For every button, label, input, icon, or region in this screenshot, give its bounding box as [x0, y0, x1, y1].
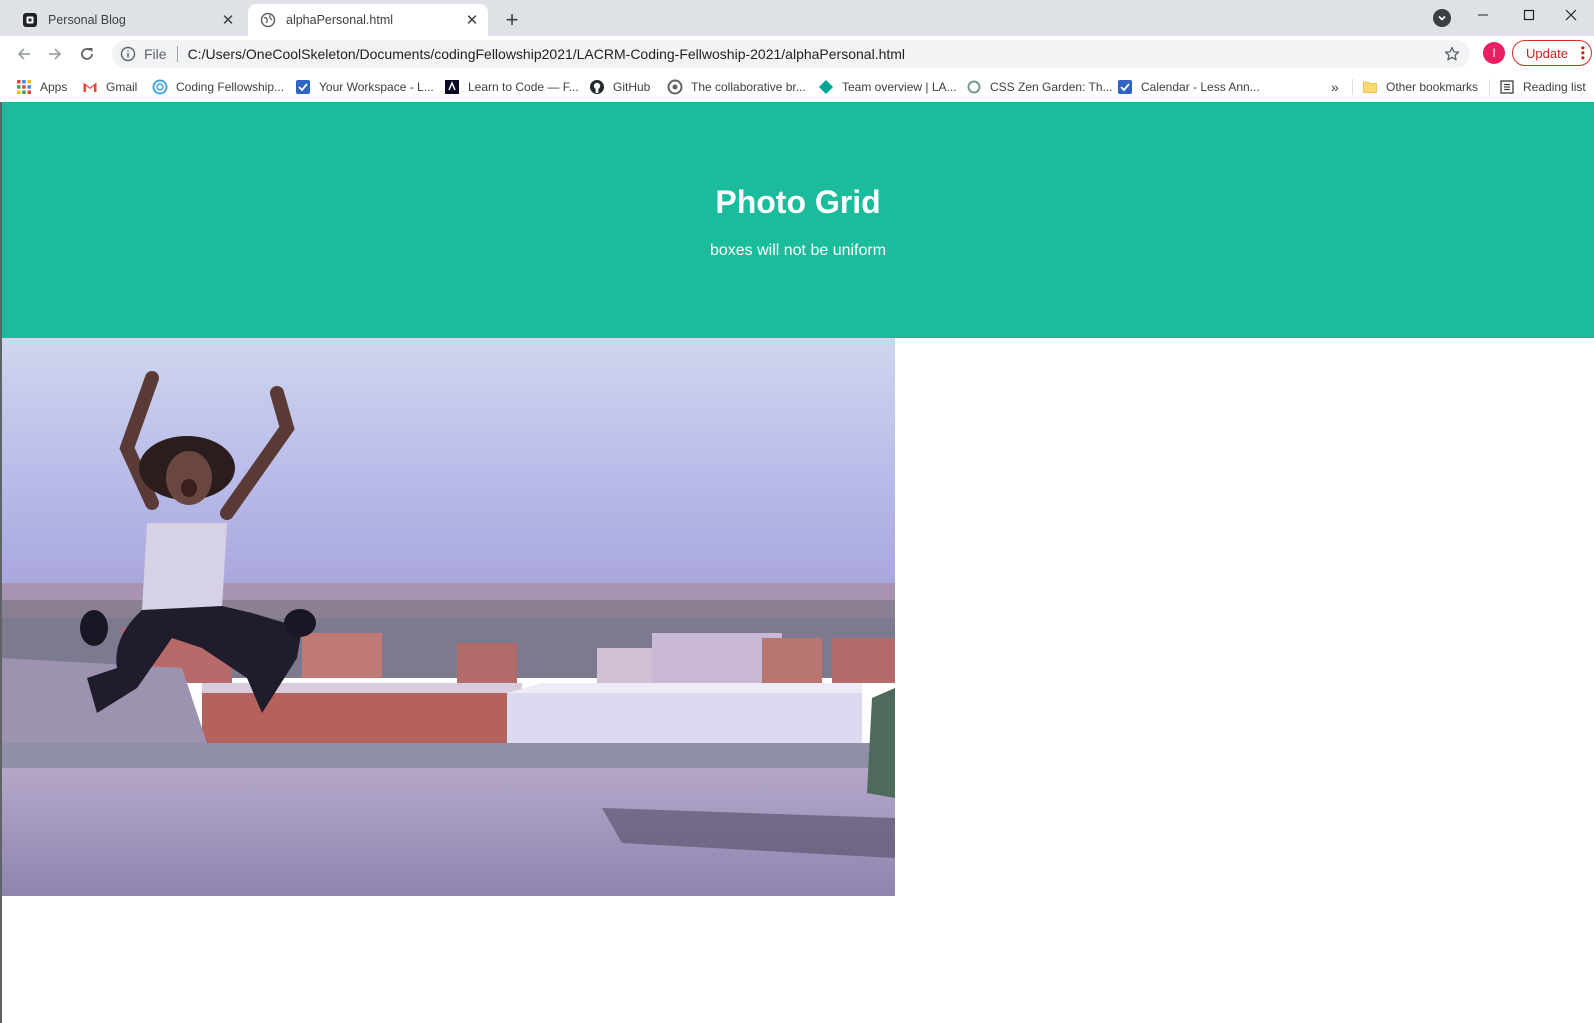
arrow-right-icon: [49, 48, 62, 60]
close-icon: [1565, 9, 1577, 21]
update-label: Update: [1526, 45, 1568, 61]
minimize-icon: [1478, 14, 1488, 16]
bookmark-gmail[interactable]: Gmail: [82, 77, 137, 97]
address-divider: [176, 46, 178, 62]
github-icon: [590, 80, 604, 94]
page-viewport: Photo Grid boxes will not be uniform: [0, 102, 1594, 1023]
forward-button[interactable]: [41, 40, 69, 68]
reload-button[interactable]: [73, 40, 101, 68]
bookmark-label: Gmail: [106, 80, 138, 94]
bookmark-label: Reading list: [1523, 80, 1586, 94]
ring-icon: [967, 80, 981, 94]
close-window-button[interactable]: [1548, 0, 1594, 30]
bookmark-learn-to-code[interactable]: Learn to Code — F...: [444, 77, 579, 97]
bookmark-label: Coding Fellowship...: [176, 80, 285, 94]
bookmark-github[interactable]: GitHub: [589, 77, 650, 97]
minimize-button[interactable]: [1460, 0, 1506, 30]
bookmark-label: Team overview | LA...: [842, 80, 957, 94]
code-logo-icon: [445, 80, 459, 94]
other-bookmarks-folder[interactable]: Other bookmarks: [1362, 77, 1478, 97]
tab-alpha-personal[interactable]: alphaPersonal.html ✕: [248, 4, 488, 36]
bookmark-label: Learn to Code — F...: [468, 80, 579, 94]
blog-favicon-icon: [23, 13, 37, 27]
bookmarks-bar: Apps Gmail Coding Fellowship... Your Wor…: [0, 72, 1594, 102]
close-tab-icon[interactable]: ✕: [218, 10, 238, 30]
bookmarks-overflow-button[interactable]: »: [1331, 77, 1339, 97]
bookmark-label: Calendar - Less Ann...: [1141, 80, 1260, 94]
bookmarks-divider: [1352, 79, 1353, 95]
photo-jumping-woman: [2, 338, 895, 896]
bookmark-your-workspace[interactable]: Your Workspace - L...: [295, 77, 434, 97]
page-subtitle: boxes will not be uniform: [709, 242, 887, 259]
page-title: Photo Grid: [715, 184, 881, 220]
profile-avatar[interactable]: I: [1483, 42, 1505, 64]
maximize-icon: [1523, 9, 1535, 21]
bookmark-label: The collaborative br...: [691, 80, 806, 94]
bookmark-calendar[interactable]: Calendar - Less Ann...: [1117, 77, 1260, 97]
new-tab-button[interactable]: +: [498, 6, 526, 34]
bookmark-label: Apps: [40, 80, 68, 94]
bookmark-label: GitHub: [613, 80, 651, 94]
maximize-button[interactable]: [1506, 0, 1552, 30]
gmail-icon: [83, 82, 97, 92]
tab-title: alphaPersonal.html: [286, 13, 394, 27]
reload-icon: [81, 48, 93, 60]
chevron-down-icon: [1438, 15, 1446, 21]
globe-icon: [260, 12, 276, 28]
address-bar[interactable]: File C:/Users/OneCoolSkeleton/Documents/…: [112, 40, 1470, 68]
bookmarks-divider: [1489, 79, 1490, 95]
folder-icon: [1363, 81, 1377, 93]
toolbar: File C:/Users/OneCoolSkeleton/Documents/…: [0, 36, 1594, 72]
tab-search-button[interactable]: [1433, 9, 1451, 27]
reading-list-button[interactable]: Reading list: [1499, 77, 1586, 97]
checkbox-icon: [1118, 80, 1132, 94]
arrow-left-icon: [17, 48, 30, 60]
circle-logo-icon: [667, 79, 683, 95]
back-button[interactable]: [10, 40, 38, 68]
update-button[interactable]: Update • • •: [1512, 40, 1592, 66]
swirl-icon: [152, 79, 168, 95]
info-icon[interactable]: [120, 46, 136, 62]
tab-personal-blog[interactable]: Personal Blog ✕: [8, 4, 244, 36]
scheme-label: File: [144, 46, 167, 62]
bookmark-label: Your Workspace - L...: [319, 80, 434, 94]
bookmark-label: CSS Zen Garden: Th...: [990, 80, 1113, 94]
bookmark-star-icon[interactable]: [1444, 46, 1460, 62]
rooftop-city-photo: [2, 338, 895, 896]
apps-grid-icon: [17, 80, 31, 94]
bookmark-coding-fellowship[interactable]: Coding Fellowship...: [152, 77, 284, 97]
more-menu-icon[interactable]: • • •: [1581, 42, 1585, 64]
diamond-icon: [819, 80, 833, 94]
bookmark-apps[interactable]: Apps: [16, 77, 67, 97]
tab-title: Personal Blog: [48, 13, 126, 27]
tab-strip: Personal Blog ✕ alphaPersonal.html ✕ +: [0, 0, 1594, 36]
bookmark-collaborative[interactable]: The collaborative br...: [667, 77, 806, 97]
bookmark-team-overview[interactable]: Team overview | LA...: [818, 77, 957, 97]
bookmark-css-zen-garden[interactable]: CSS Zen Garden: Th...: [966, 77, 1113, 97]
reading-list-icon: [1500, 80, 1514, 94]
url-text[interactable]: C:/Users/OneCoolSkeleton/Documents/codin…: [188, 46, 905, 62]
close-tab-icon[interactable]: ✕: [462, 10, 482, 30]
bookmark-label: Other bookmarks: [1386, 80, 1479, 94]
page-header: Photo Grid boxes will not be uniform: [2, 102, 1594, 338]
checkbox-icon: [296, 80, 310, 94]
